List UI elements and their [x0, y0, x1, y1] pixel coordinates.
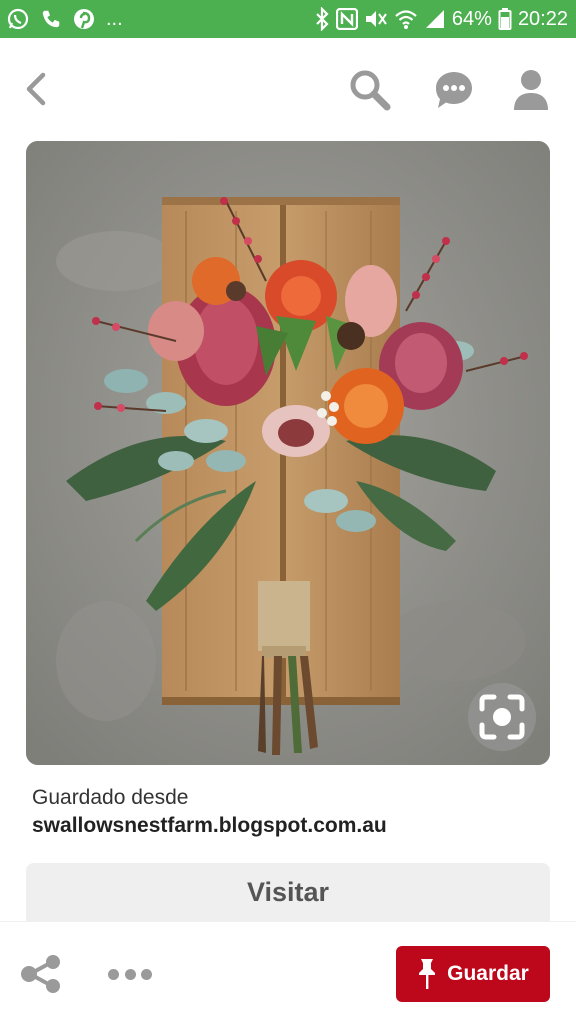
search-icon	[350, 70, 391, 111]
pin-icon	[419, 959, 436, 989]
more-dot	[124, 968, 136, 980]
notification-overflow: ...	[106, 7, 123, 30]
save-button-label: Guardar	[447, 962, 529, 985]
mute-icon	[364, 8, 388, 30]
bluetooth-icon	[314, 7, 330, 31]
phone-icon	[40, 8, 62, 30]
back-icon	[26, 72, 46, 106]
pinterest-icon	[72, 7, 96, 31]
visit-button[interactable]: Visitar	[26, 863, 550, 921]
battery-percent: 64%	[451, 7, 492, 30]
more-icon[interactable]	[104, 962, 156, 986]
pin-image[interactable]	[26, 141, 550, 765]
clock: 20:22	[517, 7, 568, 30]
more-dot	[108, 968, 119, 980]
visual-search-icon	[479, 694, 525, 740]
whatsapp-icon	[6, 7, 30, 31]
more-dot	[141, 968, 152, 980]
profile-icon	[514, 70, 548, 110]
saved-from-label: Guardado desde	[32, 786, 189, 809]
chat-icon	[436, 72, 472, 108]
messages-button[interactable]	[432, 68, 476, 112]
source-link[interactable]: swallowsnestfarm.blogspot.com.au	[32, 814, 387, 838]
battery-icon	[498, 7, 512, 31]
status-bar: ... 64% 20:22	[0, 0, 576, 38]
share-button[interactable]	[20, 954, 64, 994]
visual-search-button[interactable]	[468, 683, 536, 751]
bouquet-photo	[26, 141, 550, 765]
back-button[interactable]	[18, 68, 54, 110]
nfc-icon	[335, 8, 358, 30]
save-button[interactable]: Guardar	[396, 946, 550, 1002]
share-icon	[21, 955, 60, 993]
status-bar-right: 64% 20:22	[314, 0, 568, 38]
search-button[interactable]	[348, 68, 392, 112]
status-bar-left: ...	[6, 0, 123, 38]
top-nav	[0, 38, 576, 142]
wifi-icon	[394, 8, 418, 30]
bottom-action-bar: Guardar	[0, 921, 576, 1024]
profile-button[interactable]	[510, 68, 552, 112]
signal-icon	[424, 8, 446, 30]
